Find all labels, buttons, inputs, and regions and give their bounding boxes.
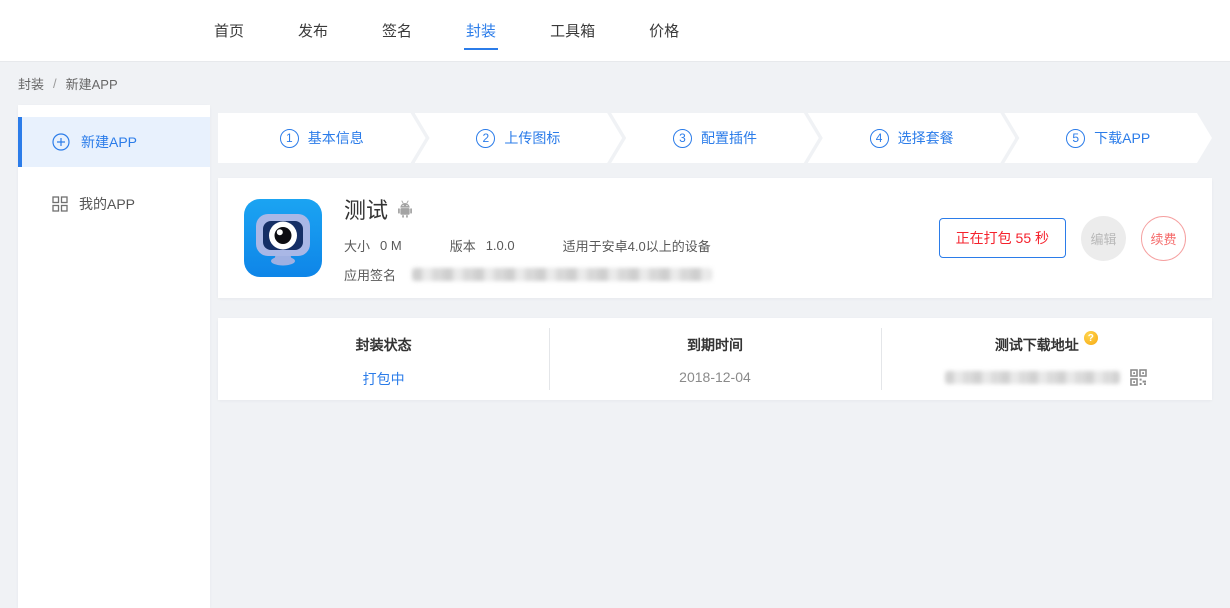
step-download-app[interactable]: 5 下载APP bbox=[1004, 113, 1212, 163]
renew-button[interactable]: 续费 bbox=[1141, 216, 1186, 261]
breadcrumb-current: 新建APP bbox=[66, 74, 118, 93]
android-icon bbox=[397, 200, 413, 218]
size-value: 0 M bbox=[380, 238, 402, 253]
package-status-header: 封装状态 bbox=[356, 335, 412, 355]
step-number-badge: 1 bbox=[280, 129, 299, 148]
plus-circle-icon bbox=[52, 133, 70, 151]
status-card: 封装状态 打包中 到期时间 2018-12-04 测试下载地址 ? bbox=[218, 318, 1212, 400]
compatibility-text: 适用于安卓4.0以上的设备 bbox=[563, 236, 711, 255]
package-status-column: 封装状态 打包中 bbox=[218, 318, 549, 400]
nav-tab-price[interactable]: 价格 bbox=[647, 16, 681, 50]
app-meta: 大小 0 M 版本 1.0.0 适用于安卓4.0以上的设备 bbox=[344, 236, 712, 255]
top-nav: 首页 发布 签名 封装 工具箱 价格 bbox=[0, 0, 1230, 62]
breadcrumb-package-link[interactable]: 封装 bbox=[18, 74, 44, 93]
expiry-date-column: 到期时间 2018-12-04 bbox=[549, 318, 880, 400]
packing-status-button[interactable]: 正在打包 55 秒 bbox=[939, 218, 1066, 258]
app-card: 测试 bbox=[218, 178, 1212, 298]
card-actions: 正在打包 55 秒 编辑 续费 bbox=[939, 216, 1186, 261]
app-name: 测试 bbox=[344, 193, 388, 225]
breadcrumb: 封装 / 新建APP bbox=[0, 62, 1230, 105]
step-number-badge: 3 bbox=[673, 129, 692, 148]
download-url-header: 测试下载地址 bbox=[995, 335, 1079, 355]
step-select-plan[interactable]: 4 选择套餐 bbox=[808, 113, 1016, 163]
step-basic-info[interactable]: 1 基本信息 bbox=[218, 113, 426, 163]
signature-label: 应用签名 bbox=[344, 265, 396, 284]
app-info: 测试 bbox=[344, 193, 712, 284]
sidebar-item-label: 我的APP bbox=[79, 194, 135, 214]
sidebar-item-new-app[interactable]: 新建APP bbox=[18, 117, 210, 167]
sidebar: 新建APP 我的APP bbox=[18, 105, 210, 608]
edit-button[interactable]: 编辑 bbox=[1081, 216, 1126, 261]
help-coin-icon[interactable]: ? bbox=[1084, 331, 1098, 345]
size-label: 大小 bbox=[344, 236, 370, 255]
expiry-date-value: 2018-12-04 bbox=[679, 369, 751, 385]
redacted-signature-value bbox=[412, 268, 712, 281]
wizard-steps: 1 基本信息 2 上传图标 3 配置插件 4 选择套餐 5 下载APP bbox=[218, 113, 1212, 163]
main-content: 1 基本信息 2 上传图标 3 配置插件 4 选择套餐 5 下载APP bbox=[218, 105, 1212, 608]
breadcrumb-separator: / bbox=[53, 76, 57, 91]
qr-code-icon[interactable] bbox=[1130, 369, 1147, 386]
nav-tab-publish[interactable]: 发布 bbox=[296, 16, 330, 50]
step-number-badge: 5 bbox=[1066, 129, 1085, 148]
download-url-column: 测试下载地址 ? bbox=[881, 318, 1212, 400]
step-number-badge: 4 bbox=[870, 129, 889, 148]
step-upload-icon[interactable]: 2 上传图标 bbox=[415, 113, 623, 163]
redacted-download-url bbox=[945, 371, 1120, 384]
signature-row: 应用签名 bbox=[344, 265, 712, 284]
nav-tab-toolbox[interactable]: 工具箱 bbox=[548, 16, 597, 50]
grid-icon bbox=[52, 196, 68, 212]
version-value: 1.0.0 bbox=[486, 238, 515, 253]
app-icon bbox=[244, 199, 322, 277]
sidebar-item-label: 新建APP bbox=[81, 132, 137, 152]
step-configure-plugins[interactable]: 3 配置插件 bbox=[611, 113, 819, 163]
sidebar-item-my-apps[interactable]: 我的APP bbox=[18, 179, 210, 229]
package-status-value: 打包中 bbox=[363, 369, 405, 389]
version-label: 版本 bbox=[450, 236, 476, 255]
nav-tab-home[interactable]: 首页 bbox=[212, 16, 246, 50]
nav-tab-package[interactable]: 封装 bbox=[464, 16, 498, 50]
expiry-date-header: 到期时间 bbox=[687, 335, 743, 355]
nav-tab-sign[interactable]: 签名 bbox=[380, 16, 414, 50]
step-number-badge: 2 bbox=[476, 129, 495, 148]
